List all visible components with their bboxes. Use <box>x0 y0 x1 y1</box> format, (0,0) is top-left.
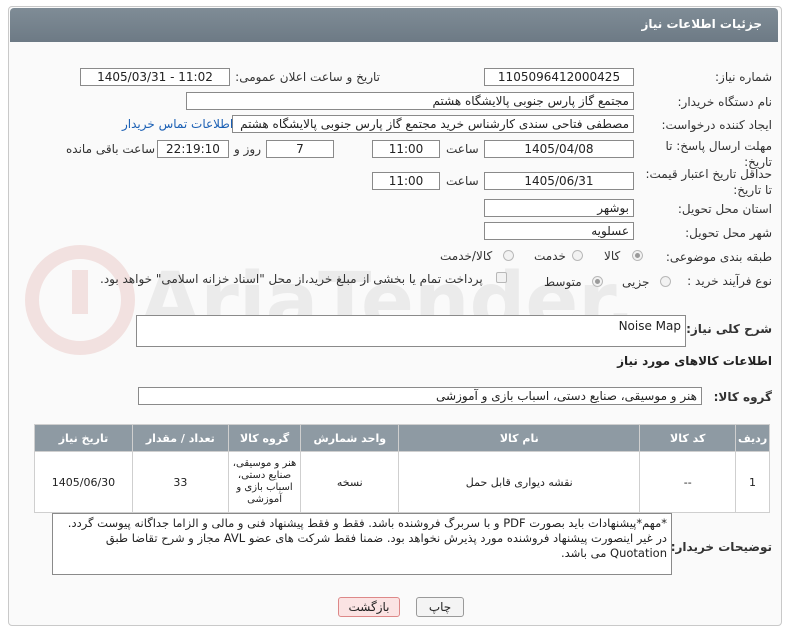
cell-code: -- <box>639 451 737 513</box>
payment-note: پرداخت تمام یا بخشی از مبلغ خرید،از محل … <box>100 272 483 286</box>
th-name: نام کالا <box>398 424 641 452</box>
creator-field[interactable]: مصطفی فتاحی سندی کارشناس خرید مجتمع گاز … <box>232 115 634 133</box>
province-field[interactable]: بوشهر <box>484 199 634 217</box>
summary-field[interactable]: Noise Map <box>136 315 686 347</box>
category-option-service: خدمت <box>534 249 566 263</box>
goods-group-field[interactable]: هنر و موسیقی، صنایع دستی، اسباب بازی و آ… <box>138 387 702 405</box>
notes-field[interactable]: *مهم*پیشنهادات باید بصورت PDF و با سربرگ… <box>52 513 672 575</box>
reply-time-field[interactable]: 11:00 <box>372 140 440 158</box>
remaining-time-field[interactable]: 22:19:10 <box>157 140 229 158</box>
days-label: روز و <box>234 142 261 156</box>
cell-unit: نسخه <box>300 451 400 513</box>
print-button[interactable]: چاپ <box>416 597 464 617</box>
category-label: طبقه بندی موضوعی: <box>665 250 772 264</box>
price-time-field[interactable]: 11:00 <box>372 172 440 190</box>
cell-name: نقشه دیواری قابل حمل <box>398 451 641 513</box>
city-label: شهر محل تحویل: <box>685 226 772 240</box>
table-row[interactable]: 1 -- نقشه دیواری قابل حمل نسخه هنر و موس… <box>34 451 770 513</box>
title-bar: جزئیات اطلاعات نیاز <box>10 8 778 42</box>
th-qty: تعداد / مقدار <box>131 424 229 452</box>
category-option-goods: کالا <box>604 249 621 263</box>
remaining-label: ساعت باقی مانده <box>66 142 156 156</box>
goods-table-header: ردیف کد کالا نام کالا واحد شمارش گروه کا… <box>34 424 770 452</box>
category-radio-both[interactable] <box>503 250 514 261</box>
contact-buyer-link[interactable]: اطلاعات تماس خریدار <box>122 117 233 131</box>
category-option-both: کالا/خدمت <box>440 249 493 263</box>
cell-qty: 33 <box>131 451 229 513</box>
announce-label: تاریخ و ساعت اعلان عمومی: <box>235 70 380 84</box>
reply-time-label: ساعت <box>446 142 479 156</box>
need-number-label: شماره نیاز: <box>715 70 772 84</box>
need-number-field[interactable]: 1105096412000425 <box>484 68 634 86</box>
page-title: جزئیات اطلاعات نیاز <box>641 17 762 31</box>
cell-row: 1 <box>735 451 770 513</box>
process-radio-minor[interactable] <box>660 276 671 287</box>
city-field[interactable]: عسلویه <box>484 222 634 240</box>
goods-group-label: گروه کالا: <box>713 390 772 404</box>
cell-group: هنر و موسیقی، صنایع دستی، اسباب بازی و آ… <box>227 451 302 513</box>
back-button[interactable]: بازگشت <box>338 597 400 617</box>
buyer-org-field[interactable]: مجتمع گاز پارس جنوبی پالایشگاه هشتم <box>186 92 634 110</box>
th-date: تاریخ نیاز <box>34 424 133 452</box>
cell-date: 1405/06/30 <box>34 451 133 513</box>
reply-date-field[interactable]: 1405/04/08 <box>484 140 634 158</box>
goods-table: ردیف کد کالا نام کالا واحد شمارش گروه کا… <box>34 424 770 513</box>
summary-label: شرح کلی نیاز: <box>686 322 772 336</box>
process-option-medium: متوسط <box>544 275 582 289</box>
goods-section-title: اطلاعات کالاهای مورد نیاز <box>617 354 772 368</box>
category-radio-service[interactable] <box>572 250 583 261</box>
treasury-checkbox[interactable] <box>496 272 507 283</box>
province-label: استان محل تحویل: <box>677 202 772 216</box>
announce-field[interactable]: 1405/03/31 - 11:02 <box>80 68 230 86</box>
days-field[interactable]: 7 <box>266 140 334 158</box>
th-group: گروه کالا <box>227 424 302 452</box>
price-date-field[interactable]: 1405/06/31 <box>484 172 634 190</box>
process-radio-medium[interactable] <box>592 276 603 287</box>
creator-label: ایجاد کننده درخواست: <box>661 118 772 132</box>
price-deadline-label: حداقل تاریخ اعتبار قیمت: تا تاریخ: <box>645 167 772 197</box>
process-option-minor: جزیی <box>622 275 650 289</box>
th-unit: واحد شمارش <box>300 424 400 452</box>
notes-label: توضیحات خریدار: <box>670 540 772 554</box>
th-code: کد کالا <box>639 424 737 452</box>
buyer-org-label: نام دستگاه خریدار: <box>677 95 773 109</box>
th-row: ردیف <box>735 424 770 452</box>
process-label: نوع فرآیند خرید : <box>687 274 772 288</box>
price-time-label: ساعت <box>446 174 479 188</box>
category-radio-goods[interactable] <box>632 250 643 261</box>
